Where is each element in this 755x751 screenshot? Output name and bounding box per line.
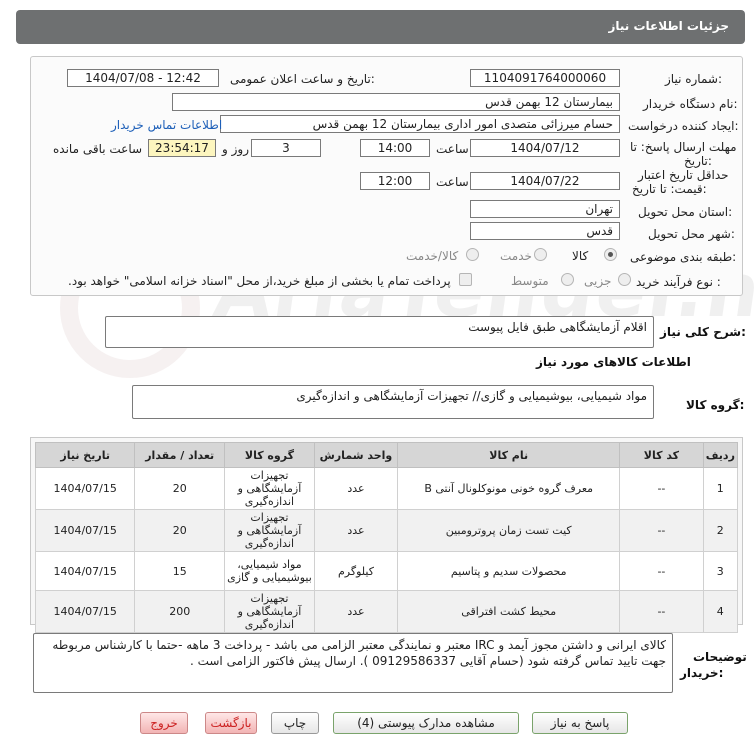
deadline-time-label: ساعت — [436, 142, 469, 156]
col-header-name: نام کالا — [397, 442, 621, 468]
cell-name: محصولات سدیم و پتاسیم — [397, 551, 621, 591]
days-label: روز و — [222, 142, 249, 156]
cell-date: 1404/07/15 — [34, 551, 136, 591]
cell-group: تجهیزات آزمایشگاهی و اندازه‌گیری — [224, 467, 315, 510]
summary-field: اقلام آزمایشگاهی طبق فایل پیوست — [105, 316, 654, 348]
goods-group-field: مواد شیمیایی، بیوشیمیایی و گازی// تجهیزا… — [132, 385, 654, 419]
cell-group: مواد شیمیایی، بیوشیمیایی و گازی — [224, 551, 315, 591]
cell-row-number: 2 — [702, 509, 739, 552]
days-field: 3 — [251, 139, 321, 157]
cell-row-number: 3 — [702, 551, 739, 591]
deadline-date-field: 1404/07/12 — [470, 139, 620, 157]
notes-label: توضیحات — [693, 650, 747, 664]
process-label: نوع فرآیند خرید : — [636, 275, 721, 289]
col-header-group: گروه کالا — [224, 442, 315, 468]
table-row: 3 -- محصولات سدیم و پتاسیم کیلوگرم مواد … — [34, 551, 739, 591]
deadline-label: مهلت ارسال پاسخ: تا — [630, 140, 737, 154]
page-title-bar: جزئیات اطلاعات نیاز — [16, 10, 745, 44]
validity-time-label: ساعت — [436, 175, 469, 189]
cell-unit: کیلوگرم — [313, 551, 399, 591]
announce-field: 1404/07/08 - 12:42 — [67, 69, 219, 87]
category-option-service: خدمت — [500, 249, 532, 263]
process-option-minor: جزیی — [584, 274, 612, 288]
remaining-time-field: 23:54:17 — [148, 139, 216, 157]
creator-field: حسام میرزائی متصدی امور اداری بیمارستان … — [220, 115, 620, 133]
col-header-quantity: تعداد / مقدار — [134, 442, 226, 468]
table-header-row: ردیف کد کالا نام کالا واحد شمارش گروه کا… — [34, 442, 739, 468]
cell-quantity: 20 — [134, 467, 226, 510]
buyer-org-field: بیمارستان 12 بهمن قدس — [172, 93, 620, 111]
category-radio-service[interactable] — [534, 248, 547, 261]
table-row: 2 -- کیت تست زمان پروترومبین عدد تجهیزات… — [34, 509, 739, 552]
process-option-medium: متوسط — [511, 274, 549, 288]
col-header-date: تاریخ نیاز — [34, 442, 136, 468]
table-row: 4 -- محیط کشت افتراقی عدد تجهیزات آزمایش… — [34, 590, 739, 633]
province-field: تهران — [470, 200, 620, 218]
cell-group: تجهیزات آزمایشگاهی و اندازه‌گیری — [224, 509, 315, 552]
cell-row-number: 4 — [702, 590, 739, 633]
need-number-field: 1104091764000060 — [470, 69, 620, 87]
cell-unit: عدد — [313, 590, 399, 633]
exit-button[interactable]: خروج — [140, 712, 188, 734]
process-radio-minor[interactable] — [618, 273, 631, 286]
cell-date: 1404/07/15 — [34, 509, 136, 552]
goods-group-label: گروه کالا: — [686, 398, 745, 412]
cell-unit: عدد — [313, 467, 399, 510]
col-header-unit: واحد شمارش — [313, 442, 399, 468]
category-radio-goods-service[interactable] — [466, 248, 479, 261]
buyer-notes-field: کالای ایرانی و داشتن مجوز آیمد و IRC معت… — [33, 633, 673, 693]
category-option-goods-service: کالا/خدمت — [406, 249, 459, 263]
cell-code: -- — [619, 551, 704, 591]
cell-unit: عدد — [313, 509, 399, 552]
cell-code: -- — [619, 467, 704, 510]
cell-row-number: 1 — [702, 467, 739, 510]
summary-label: شرح کلی نیاز: — [660, 325, 746, 339]
deadline-label-date: تاریخ: — [684, 154, 712, 168]
need-number-label: شماره نیاز: — [665, 72, 723, 86]
city-label: شهر محل تحویل: — [648, 227, 735, 241]
cell-name: کیت تست زمان پروترومبین — [397, 509, 621, 552]
category-radio-goods[interactable] — [604, 248, 617, 261]
cell-quantity: 20 — [134, 509, 226, 552]
category-label: طبقه بندی موضوعی: — [630, 250, 737, 264]
page-title: جزئیات اطلاعات نیاز — [608, 19, 729, 33]
process-radio-medium[interactable] — [561, 273, 574, 286]
treasury-payment-note: پرداخت تمام یا بخشی از مبلغ خرید،از محل … — [68, 274, 451, 288]
notes-label-buyer: خریدار: — [680, 666, 724, 680]
buyer-contact-link[interactable]: اطلاعات تماس خریدار — [111, 118, 222, 132]
view-attachments-button[interactable]: مشاهده مدارک پیوستی (4) — [333, 712, 519, 734]
category-option-goods: کالا — [572, 249, 589, 263]
buyer-org-label: نام دستگاه خریدار: — [643, 97, 738, 111]
creator-label: ایجاد کننده درخواست: — [628, 119, 739, 133]
deadline-time-field: 14:00 — [360, 139, 430, 157]
treasury-payment-checkbox[interactable] — [459, 273, 472, 286]
cell-code: -- — [619, 590, 704, 633]
city-field: قدس — [470, 222, 620, 240]
back-button[interactable]: بازگشت — [205, 712, 257, 734]
validity-date-field: 1404/07/22 — [470, 172, 620, 190]
cell-group: تجهیزات آزمایشگاهی و اندازه‌گیری — [224, 590, 315, 633]
validity-label: حداقل تاریخ اعتبار — [638, 168, 729, 182]
print-button[interactable]: چاپ — [271, 712, 319, 734]
col-header-code: کد کالا — [619, 442, 704, 468]
cell-quantity: 200 — [134, 590, 226, 633]
goods-table-panel: ردیف کد کالا نام کالا واحد شمارش گروه کا… — [30, 437, 743, 633]
announce-label: تاریخ و ساعت اعلان عمومی: — [230, 72, 375, 86]
col-header-row-number: ردیف — [702, 442, 739, 468]
cell-date: 1404/07/15 — [34, 590, 136, 633]
province-label: استان محل تحویل: — [638, 205, 733, 219]
cell-name: معرف گروه خونی مونوکلونال آنتی B — [397, 467, 621, 510]
cell-quantity: 15 — [134, 551, 226, 591]
validity-label-date: قیمت: تا تاریخ: — [632, 182, 707, 196]
validity-time-field: 12:00 — [360, 172, 430, 190]
cell-date: 1404/07/15 — [34, 467, 136, 510]
goods-table: ردیف کد کالا نام کالا واحد شمارش گروه کا… — [34, 442, 739, 633]
cell-name: محیط کشت افتراقی — [397, 590, 621, 633]
remaining-label: ساعت باقی مانده — [53, 142, 143, 156]
goods-section-title: اطلاعات کالاهای مورد نیاز — [536, 355, 691, 369]
reply-button[interactable]: پاسخ به نیاز — [532, 712, 628, 734]
table-row: 1 -- معرف گروه خونی مونوکلونال آنتی B عد… — [34, 467, 739, 510]
cell-code: -- — [619, 509, 704, 552]
